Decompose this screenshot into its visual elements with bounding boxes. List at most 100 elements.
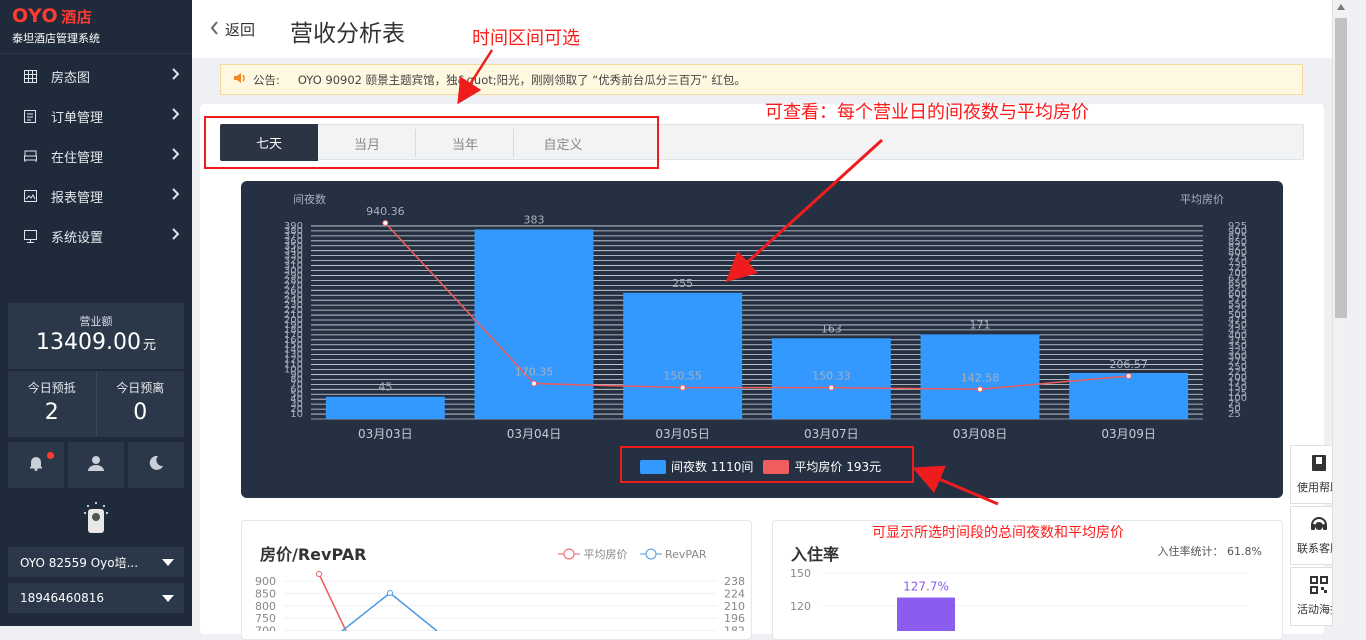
quick-icon-row xyxy=(8,442,184,488)
scroll-up-arrow[interactable] xyxy=(1337,4,1345,10)
grid-icon xyxy=(23,69,37,83)
bar[interactable] xyxy=(623,292,743,419)
y-tick-label: 750 xyxy=(255,612,276,625)
revenue-amount: 13409.00 xyxy=(36,330,141,355)
bar[interactable] xyxy=(474,229,594,419)
logo-text: OYO xyxy=(12,5,59,27)
phone-select-value: 18946460816 xyxy=(20,591,104,605)
announcement-bar[interactable]: 公告: OYO 90902 颐景主题宾馆，独&quot;阳光，刚刚领取了 “优秀… xyxy=(220,64,1303,95)
chevron-right-icon xyxy=(172,108,180,124)
hotel-select-value: OYO 82559 Oyo培... xyxy=(20,555,139,570)
x-tick-label: 03月05日 xyxy=(655,427,710,441)
avg-price-point[interactable] xyxy=(977,386,983,393)
sidebar-item-orders[interactable]: 订单管理 xyxy=(0,96,192,136)
brand: OYO 酒店 泰坦酒店管理系统 xyxy=(0,0,192,54)
logo-suffix: 酒店 xyxy=(61,8,93,26)
announcement-text: OYO 90902 颐景主题宾馆，独&quot;阳光，刚刚领取了 “优秀前台瓜分… xyxy=(297,72,746,87)
sidebar-item-label: 订单管理 xyxy=(51,110,104,126)
y-tick-label: 10 xyxy=(290,409,303,420)
y-tick-label: 850 xyxy=(255,587,276,600)
y2-tick-label: 196 xyxy=(724,612,745,625)
revenue-value: 13409.00 元 xyxy=(8,330,184,355)
avg-price-point[interactable] xyxy=(828,384,835,391)
sidebar-item-label: 在住管理 xyxy=(51,150,104,166)
caret-down-icon xyxy=(162,594,174,602)
notification-button[interactable] xyxy=(8,442,64,488)
back-button[interactable]: 返回 xyxy=(210,19,255,40)
annotation-per-day: 可查看：每个营业日的间夜数与平均房价 xyxy=(765,102,1089,123)
sidebar-item-reports[interactable]: 报表管理 xyxy=(0,176,192,216)
stat-label: 今日预抵 xyxy=(27,381,76,395)
y-tick-label: 800 xyxy=(255,600,276,613)
avg-price-point[interactable] xyxy=(382,220,389,227)
avg-price-point[interactable] xyxy=(316,571,322,577)
avg-price-point[interactable] xyxy=(679,384,686,391)
hotel-select[interactable]: OYO 82559 Oyo培... xyxy=(8,547,184,577)
x-tick-label: 03月03日 xyxy=(358,427,413,441)
user-button[interactable] xyxy=(68,442,124,488)
y2-tick-label: 224 xyxy=(724,587,745,600)
y2-tick-label: 25 xyxy=(1228,409,1241,420)
back-label: 返回 xyxy=(225,21,256,39)
y-tick-label: 120 xyxy=(790,600,811,613)
avg-price-point[interactable] xyxy=(531,380,537,387)
arrival-departure-stats: 今日预抵 2 今日预离 0 xyxy=(8,371,184,437)
avg-price-point[interactable] xyxy=(1125,372,1132,379)
x-tick-label: 03月09日 xyxy=(1101,427,1156,441)
avg-price-label: 170.35 xyxy=(515,365,554,378)
y2-axis-title: 平均房价 xyxy=(1180,193,1224,206)
system-subtitle: 泰坦酒店管理系统 xyxy=(12,32,100,45)
y-tick-label: 150 xyxy=(790,567,811,580)
sidebar: OYO 酒店 泰坦酒店管理系统 房态图 订单管理 在住管理 报表管理 系统设置 营… xyxy=(0,0,192,626)
sidebar-item-label: 房态图 xyxy=(51,70,91,86)
night-audit-button[interactable] xyxy=(128,442,184,488)
users-icon xyxy=(87,455,105,475)
scrollbar-thumb[interactable] xyxy=(1335,18,1347,318)
annotation-box-legend xyxy=(620,446,914,483)
bell-icon xyxy=(28,455,44,475)
chevron-right-icon xyxy=(172,228,180,244)
stat-departures[interactable]: 今日预离 0 xyxy=(95,371,185,437)
lamp-icon[interactable] xyxy=(82,501,110,535)
sidebar-item-label: 报表管理 xyxy=(51,190,104,206)
bed-icon xyxy=(23,149,37,163)
y-tick-label: 900 xyxy=(255,575,276,588)
image-icon xyxy=(23,189,37,203)
chevron-right-icon xyxy=(172,188,180,204)
occupancy-bar-label: 127.7% xyxy=(903,580,949,594)
stat-label: 今日预离 xyxy=(116,381,165,395)
avg-price-line xyxy=(318,573,347,631)
revpar-line xyxy=(341,592,438,631)
x-tick-label: 03月07日 xyxy=(804,427,859,441)
chevron-right-icon xyxy=(172,68,180,84)
avg-price-label: 150.55 xyxy=(663,370,702,383)
moon-icon xyxy=(148,455,164,475)
sidebar-item-in-house[interactable]: 在住管理 xyxy=(0,136,192,176)
headset-icon xyxy=(1310,515,1328,540)
annotation-time-range: 时间区间可选 xyxy=(472,28,580,49)
x-tick-label: 03月08日 xyxy=(953,427,1008,441)
bar[interactable] xyxy=(325,396,445,419)
vertical-scrollbar[interactable] xyxy=(1332,0,1349,626)
revpar-point[interactable] xyxy=(387,590,393,596)
page-title: 营收分析表 xyxy=(290,21,405,47)
sidebar-item-room-status[interactable]: 房态图 xyxy=(0,56,192,96)
revenue-card: 营业额 13409.00 元 xyxy=(8,303,184,369)
sidebar-item-settings[interactable]: 系统设置 xyxy=(0,216,192,256)
revenue-unit: 元 xyxy=(142,338,156,353)
unread-dot xyxy=(47,452,54,459)
logo[interactable]: OYO 酒店 xyxy=(12,6,182,27)
stat-arrivals[interactable]: 今日预抵 2 xyxy=(8,371,96,437)
revenue-label: 营业额 xyxy=(79,315,113,328)
stat-value: 2 xyxy=(44,400,59,425)
top-bar: 返回 营收分析表 xyxy=(192,0,1332,58)
announcement-label: 公告: xyxy=(253,72,280,87)
chevron-left-icon xyxy=(210,19,219,40)
caret-down-icon xyxy=(162,558,174,566)
y2-tick-label: 238 xyxy=(724,575,745,588)
avg-price-label: 940.36 xyxy=(366,205,405,218)
phone-select[interactable]: 18946460816 xyxy=(8,583,184,613)
annotation-totals: 可显示所选时间段的总间夜数和平均房价 xyxy=(872,525,1124,541)
annotation-box-tabs xyxy=(204,116,659,169)
bar-value-label: 163 xyxy=(821,322,842,335)
